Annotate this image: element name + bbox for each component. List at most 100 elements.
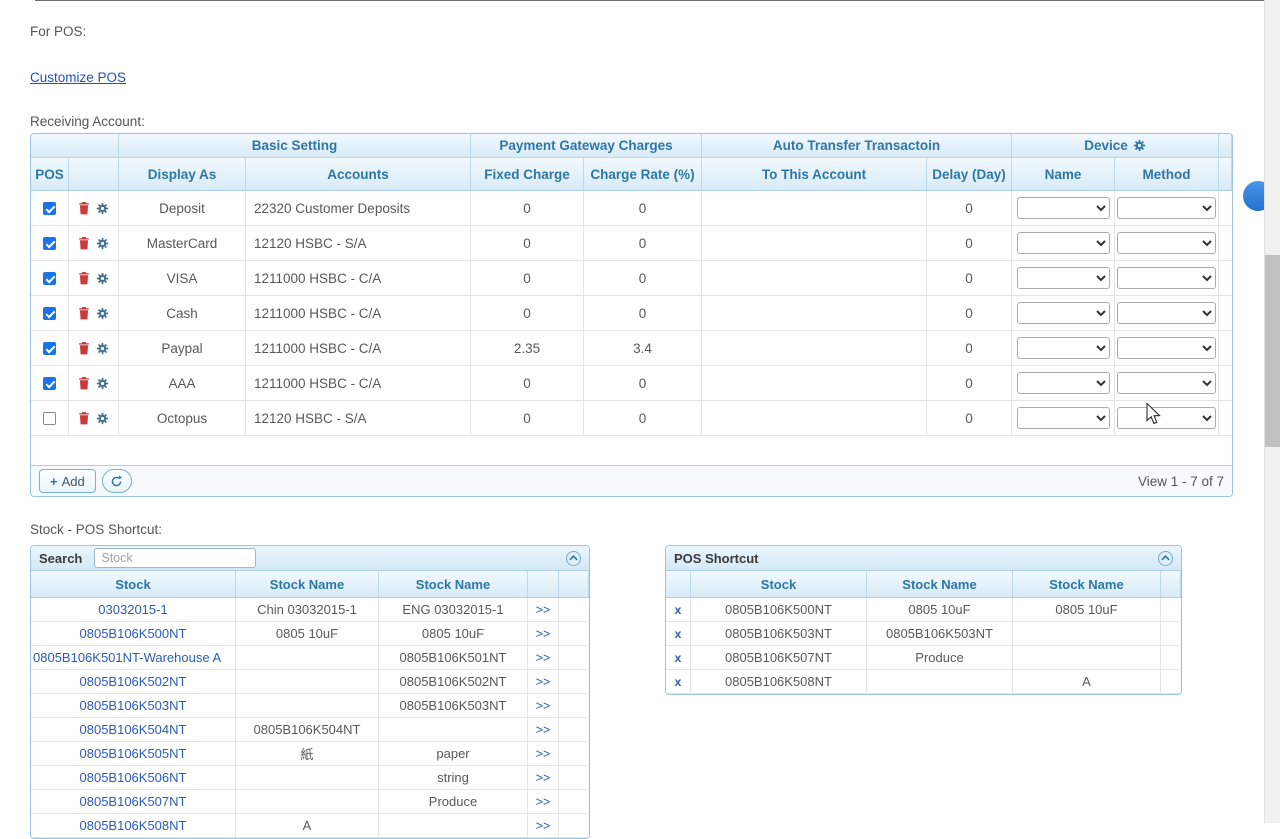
device-name-select[interactable] xyxy=(1017,372,1110,394)
refresh-button[interactable] xyxy=(102,469,132,493)
accounts-cell: 1211000 HSBC - C/A xyxy=(246,296,471,330)
device-name-select[interactable] xyxy=(1017,407,1110,429)
device-name-select[interactable] xyxy=(1017,302,1110,324)
device-method-select[interactable] xyxy=(1117,337,1216,359)
top-divider xyxy=(35,0,1264,1)
pos-shortcut-title-bar: POS Shortcut xyxy=(666,546,1181,571)
delete-row-icon[interactable] xyxy=(78,202,90,215)
row-settings-gear-icon[interactable] xyxy=(96,412,109,425)
move-link[interactable]: >> xyxy=(536,771,551,785)
remove-link[interactable]: x xyxy=(675,627,682,641)
device-name-select[interactable] xyxy=(1017,232,1110,254)
stock-link[interactable]: 0805B106K503NT xyxy=(80,698,187,713)
row-spacer xyxy=(559,598,589,621)
stock-link[interactable]: 0805B106K505NT xyxy=(80,746,187,761)
col-header-stock-name2[interactable]: Stock Name xyxy=(379,571,528,597)
device-method-select[interactable] xyxy=(1117,372,1216,394)
device-name-select[interactable] xyxy=(1017,267,1110,289)
move-link[interactable]: >> xyxy=(536,603,551,617)
stock-link[interactable]: 0805B106K500NT xyxy=(80,626,187,641)
search-input[interactable] xyxy=(94,548,256,568)
collapse-icon[interactable] xyxy=(566,551,581,566)
stock-row: 0805B106K508NT A >> xyxy=(31,814,589,838)
remove-link[interactable]: x xyxy=(675,675,682,689)
stock-link[interactable]: 0805B106K501NT-Warehouse A xyxy=(33,650,221,665)
col-header-stock-name1[interactable]: Stock Name xyxy=(867,571,1013,597)
collapse-icon[interactable] xyxy=(1158,551,1173,566)
move-link[interactable]: >> xyxy=(536,699,551,713)
device-name-select[interactable] xyxy=(1017,337,1110,359)
pos-checkbox[interactable] xyxy=(43,342,56,355)
row-spacer xyxy=(1219,261,1232,295)
move-link[interactable]: >> xyxy=(536,723,551,737)
pos-checkbox[interactable] xyxy=(43,377,56,390)
device-name-select[interactable] xyxy=(1017,197,1110,219)
device-method-cell xyxy=(1115,226,1219,260)
remove-link[interactable]: x xyxy=(675,651,682,665)
col-header-stock-name2[interactable]: Stock Name xyxy=(1013,571,1161,597)
row-settings-gear-icon[interactable] xyxy=(96,272,109,285)
col-header-delay-day[interactable]: Delay (Day) xyxy=(927,158,1012,190)
pos-checkbox[interactable] xyxy=(43,202,56,215)
stock-header-row: Stock Stock Name Stock Name xyxy=(31,571,589,598)
col-header-to-this-account[interactable]: To This Account xyxy=(702,158,927,190)
col-header-stock[interactable]: Stock xyxy=(691,571,867,597)
row-settings-gear-icon[interactable] xyxy=(96,202,109,215)
delete-row-icon[interactable] xyxy=(78,272,90,285)
col-header-accounts[interactable]: Accounts xyxy=(246,158,471,190)
move-link[interactable]: >> xyxy=(536,651,551,665)
col-header-fixed-charge[interactable]: Fixed Charge xyxy=(471,158,584,190)
row-settings-gear-icon[interactable] xyxy=(96,307,109,320)
stock-link[interactable]: 0805B106K508NT xyxy=(80,818,187,833)
col-header-display-as[interactable]: Display As xyxy=(119,158,246,190)
move-link[interactable]: >> xyxy=(536,675,551,689)
row-settings-gear-icon[interactable] xyxy=(96,237,109,250)
col-header-name[interactable]: Name xyxy=(1012,158,1115,190)
stock-link[interactable]: 0805B106K506NT xyxy=(80,770,187,785)
stock-link[interactable]: 0805B106K504NT xyxy=(80,722,187,737)
move-link[interactable]: >> xyxy=(536,819,551,833)
col-header-charge-rate[interactable]: Charge Rate (%) xyxy=(584,158,702,190)
col-header-stock-name1[interactable]: Stock Name xyxy=(236,571,379,597)
device-method-select[interactable] xyxy=(1117,197,1216,219)
device-method-select[interactable] xyxy=(1117,232,1216,254)
col-header-stock[interactable]: Stock xyxy=(31,571,236,597)
delete-row-icon[interactable] xyxy=(78,377,90,390)
move-link[interactable]: >> xyxy=(536,747,551,761)
pos-checkbox[interactable] xyxy=(43,272,56,285)
col-header-pos[interactable]: POS xyxy=(31,158,69,190)
move-cell: >> xyxy=(528,742,559,765)
pos-checkbox[interactable] xyxy=(43,412,56,425)
pos-checkbox[interactable] xyxy=(43,237,56,250)
delete-row-icon[interactable] xyxy=(78,307,90,320)
move-link[interactable]: >> xyxy=(536,627,551,641)
delete-row-icon[interactable] xyxy=(78,342,90,355)
delete-row-icon[interactable] xyxy=(78,412,90,425)
device-method-select[interactable] xyxy=(1117,302,1216,324)
customize-pos-link[interactable]: Customize POS xyxy=(30,70,126,85)
stock-link[interactable]: 03032015-1 xyxy=(98,602,167,617)
stock-link[interactable]: 0805B106K507NT xyxy=(80,794,187,809)
device-method-select[interactable] xyxy=(1117,267,1216,289)
stock-row: 03032015-1 Chin 03032015-1 ENG 03032015-… xyxy=(31,598,589,622)
delete-row-icon[interactable] xyxy=(78,237,90,250)
stock-cell: 0805B106K503NT xyxy=(31,694,236,717)
remove-link[interactable]: x xyxy=(675,603,682,617)
charge-rate-cell: 0 xyxy=(584,296,702,330)
fixed-charge-cell: 0 xyxy=(471,366,584,400)
scrollbar[interactable] xyxy=(1264,0,1280,823)
stock-cell: 0805B106K504NT xyxy=(31,718,236,741)
scrollbar-thumb[interactable] xyxy=(1265,255,1280,447)
device-method-select[interactable] xyxy=(1117,407,1216,429)
device-gear-icon[interactable] xyxy=(1133,139,1146,152)
add-button[interactable]: + Add xyxy=(39,469,96,493)
move-link[interactable]: >> xyxy=(536,795,551,809)
stock-name2-cell: 0805B106K501NT xyxy=(379,646,528,669)
row-spacer xyxy=(559,766,589,789)
row-settings-gear-icon[interactable] xyxy=(96,377,109,390)
pos-checkbox[interactable] xyxy=(43,307,56,320)
col-header-method[interactable]: Method xyxy=(1115,158,1219,190)
stock-row: 0805B106K507NT Produce >> xyxy=(31,790,589,814)
stock-link[interactable]: 0805B106K502NT xyxy=(80,674,187,689)
row-settings-gear-icon[interactable] xyxy=(96,342,109,355)
